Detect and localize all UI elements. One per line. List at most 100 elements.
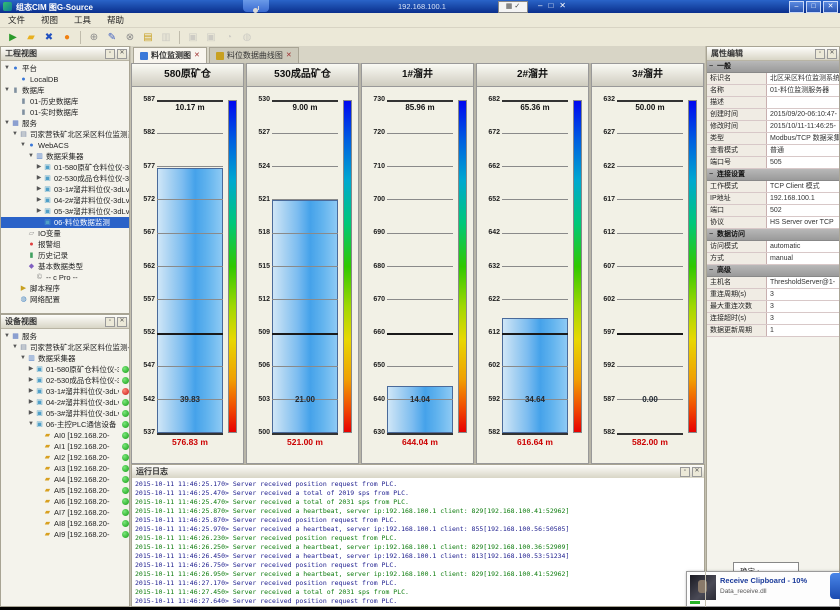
panel-float-button[interactable]: ▫ xyxy=(105,49,115,59)
tree-item[interactable]: ▼●平台 xyxy=(1,63,129,74)
expand-arrow-icon[interactable]: ▶ xyxy=(35,206,43,217)
tree-item[interactable]: ▼▤司家营铁矿北区采区料位监测系统- xyxy=(1,129,129,140)
property-row[interactable]: 查看模式普通 xyxy=(707,145,839,157)
tree-item[interactable]: ▼▤司家营铁矿北区采区料位监测- xyxy=(1,342,129,353)
session-control-button[interactable]: ✕ xyxy=(559,1,566,10)
tab-close-icon[interactable]: ✕ xyxy=(194,48,200,63)
tree-item[interactable]: ▶▣01-580原矿仓料位仪-3dLv- xyxy=(1,162,129,173)
tree-item[interactable]: ▰AI7 [192.168.20- xyxy=(1,507,129,518)
expand-arrow-icon[interactable]: ▶ xyxy=(35,173,43,184)
tree-item[interactable]: ▶▣02-530成品仓料位仪-3dLv- xyxy=(1,375,129,386)
tree-item[interactable]: ●LocalDB xyxy=(1,74,129,85)
rdp-side-tab[interactable] xyxy=(830,573,840,599)
tree-item[interactable]: ▰AI6 [192.168.20- xyxy=(1,496,129,507)
tree-item[interactable]: ▰AI9 [192.168.20- xyxy=(1,529,129,540)
tree-item[interactable]: ▶▣04-2#溜井料位仪-3dLv- xyxy=(1,195,129,206)
tree-item[interactable]: ◆基本数据类型 xyxy=(1,261,129,272)
menu-item-1[interactable]: 视图 xyxy=(33,14,66,26)
tree-item[interactable]: ▶▣03-1#溜井料位仪-3dLv- xyxy=(1,386,129,397)
property-row[interactable]: 工作模式TCP Client 模式 xyxy=(707,181,839,193)
property-row[interactable]: 重连周期(s)3 xyxy=(707,289,839,301)
tree-item[interactable]: ▼▦服务 xyxy=(1,118,129,129)
expand-arrow-icon[interactable]: ▶ xyxy=(27,375,35,386)
panel-close-button[interactable]: ✕ xyxy=(827,49,837,59)
rdp-mini-toolbar[interactable]: ▦ ✓ xyxy=(498,1,528,13)
property-row[interactable]: IP地址192.168.100.1 xyxy=(707,193,839,205)
add-icon[interactable]: ⊕ xyxy=(86,30,102,45)
tree-item[interactable]: ▰AI4 [192.168.20- xyxy=(1,474,129,485)
expand-arrow-icon[interactable]: ▶ xyxy=(35,162,43,173)
collapse-arrow-icon[interactable]: ▼ xyxy=(19,140,27,151)
tree-item[interactable]: ◍网络配置 xyxy=(1,294,129,305)
window-control-button[interactable]: – xyxy=(789,1,804,13)
tree-item[interactable]: ▮01-历史数据库 xyxy=(1,96,129,107)
open-folder-icon[interactable]: ▰ xyxy=(23,30,39,45)
tree-item[interactable]: ▼▥数据采集器 xyxy=(1,151,129,162)
list-icon[interactable]: ▤ xyxy=(140,30,156,45)
tree-item[interactable]: ▮历史记录 xyxy=(1,250,129,261)
collapse-arrow-icon[interactable]: ▼ xyxy=(3,118,11,129)
collapse-arrow-icon[interactable]: ▼ xyxy=(11,129,19,140)
property-row[interactable]: 端口号505 xyxy=(707,157,839,169)
tree-item[interactable]: ▶脚本程序 xyxy=(1,283,129,294)
tree-item[interactable]: ▰AI1 [192.168.20- xyxy=(1,441,129,452)
collapse-arrow-icon[interactable]: ▼ xyxy=(11,342,19,353)
collapse-arrow-icon[interactable]: ▼ xyxy=(27,419,35,430)
property-row[interactable]: 协议HS Server over TCP xyxy=(707,217,839,229)
collapse-arrow-icon[interactable]: ▼ xyxy=(27,151,35,162)
panel-float-button[interactable]: ▫ xyxy=(815,49,825,59)
panel-close-button[interactable]: ✕ xyxy=(117,49,127,59)
menu-item-0[interactable]: 文件 xyxy=(0,14,33,26)
collapse-arrow-icon[interactable]: ▼ xyxy=(3,331,11,342)
menu-item-2[interactable]: 工具 xyxy=(66,14,99,26)
property-section-header[interactable]: 数据访问 xyxy=(707,229,839,241)
expand-arrow-icon[interactable]: ▶ xyxy=(27,408,35,419)
property-row[interactable]: 名称01-料位监测服务器 xyxy=(707,85,839,97)
tree-item[interactable]: ▶▣02-530成品仓料位仪-3dLv- xyxy=(1,173,129,184)
edit-icon[interactable]: ✎ xyxy=(104,30,120,45)
window-control-button[interactable]: □ xyxy=(806,1,821,13)
tree-item[interactable]: ▶▣04-2#溜井料位仪-3dLv- xyxy=(1,397,129,408)
disconnect-icon[interactable]: ✖ xyxy=(41,30,57,45)
property-section-header[interactable]: 高级 xyxy=(707,265,839,277)
expand-arrow-icon[interactable]: ▶ xyxy=(35,195,43,206)
collapse-arrow-icon[interactable]: ▼ xyxy=(3,85,11,96)
tree-item[interactable]: ▰AI3 [192.168.20- xyxy=(1,463,129,474)
tree-item[interactable]: ▶▣05-3#溜井料位仪-3dLv- xyxy=(1,206,129,217)
tree-item[interactable]: ▼●WebACS xyxy=(1,140,129,151)
tree-item[interactable]: ▱IO变量 xyxy=(1,228,129,239)
property-row[interactable]: 最大重连次数3 xyxy=(707,301,839,313)
session-control-button[interactable]: □ xyxy=(548,1,553,10)
right-splitter[interactable] xyxy=(705,46,706,607)
tree-item[interactable]: ▼▥数据采集器 xyxy=(1,353,129,364)
tree-item[interactable]: ▶▣03-1#溜井料位仪-3dLv- xyxy=(1,184,129,195)
tree-item[interactable]: ▼▣06-主控PLC通信设备 xyxy=(1,419,129,430)
property-row[interactable]: 端口502 xyxy=(707,205,839,217)
tab-1[interactable]: 料位数据曲线图✕ xyxy=(209,47,299,63)
expand-arrow-icon[interactable]: ▶ xyxy=(27,386,35,397)
tree-item[interactable]: ▰AI8 [192.168.20- xyxy=(1,518,129,529)
clipboard-notification[interactable]: Receive Clipboard - 10% Data_receive.dll… xyxy=(686,571,840,607)
panel-close-button[interactable]: ✕ xyxy=(692,467,702,477)
expand-arrow-icon[interactable]: ▶ xyxy=(27,364,35,375)
log-output[interactable]: 2015-10-11 11:46:25.170> Server received… xyxy=(132,478,704,606)
tab-close-icon[interactable]: ✕ xyxy=(286,48,292,63)
tree-item[interactable]: ©-- c Pro -- xyxy=(1,272,129,283)
property-row[interactable]: 创建时间2015/09/20-06:10:47- xyxy=(707,109,839,121)
property-section-header[interactable]: 连接设置 xyxy=(707,169,839,181)
property-row[interactable]: 数据更新周期1 xyxy=(707,325,839,337)
remove-icon[interactable]: ⊗ xyxy=(122,30,138,45)
alarm-icon[interactable]: ● xyxy=(59,30,75,45)
menu-item-3[interactable]: 帮助 xyxy=(99,14,132,26)
window-control-button[interactable]: ✕ xyxy=(823,1,838,13)
collapse-arrow-icon[interactable]: ▼ xyxy=(3,63,11,74)
panel-close-button[interactable]: ✕ xyxy=(117,317,127,327)
property-row[interactable]: 修改时间2015/10/11-11:46:25- xyxy=(707,121,839,133)
tree-item[interactable]: ▰AI2 [192.168.20- xyxy=(1,452,129,463)
tree-item[interactable]: ▼▮数据库 xyxy=(1,85,129,96)
expand-arrow-icon[interactable]: ▶ xyxy=(27,397,35,408)
property-row[interactable]: 连接超时(s)3 xyxy=(707,313,839,325)
tree-item[interactable]: ▼▦服务 xyxy=(1,331,129,342)
property-row[interactable]: 描述 xyxy=(707,97,839,109)
panel-float-button[interactable]: ▫ xyxy=(105,317,115,327)
